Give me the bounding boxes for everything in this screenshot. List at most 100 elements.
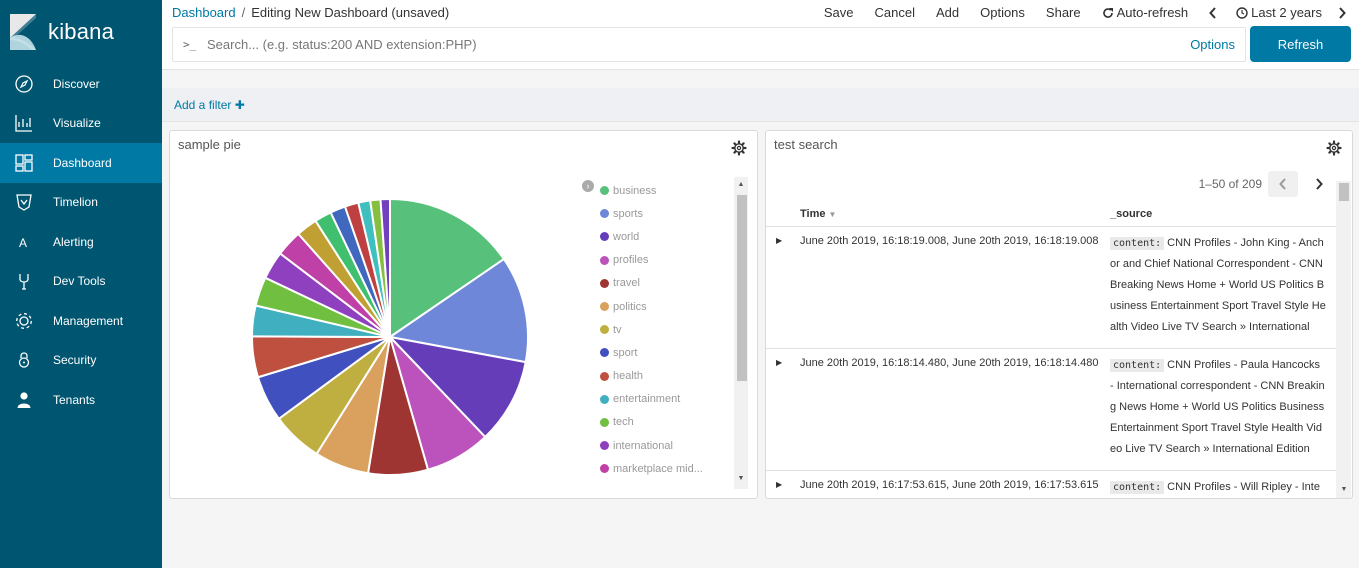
time-prev-button[interactable] [1209,6,1220,19]
column-header-time-label: Time [800,208,826,220]
legend-label: business [613,184,657,197]
legend-color-dot [600,302,609,312]
row-source: content: CNN Profiles - Will Ripley - Int… [1110,477,1326,498]
sort-desc-icon[interactable]: ▼ [829,210,837,219]
legend-item[interactable]: tv [600,318,736,341]
legend-color-dot [600,278,609,288]
legend-scrollbar[interactable]: ▲ ▼ [734,177,748,489]
row-expand-icon[interactable]: ▶ [776,358,782,367]
gear-icon[interactable] [731,140,747,156]
lock-icon [14,350,34,370]
legend-item[interactable]: entertainment [600,388,736,411]
sidebar-item-dashboard[interactable]: Dashboard [0,143,162,183]
pager: 1–50 of 209 [1199,171,1334,197]
sidebar-item-discover[interactable]: Discover [0,64,162,104]
options-button[interactable]: Options [980,5,1025,20]
field-key: content: [1110,359,1165,372]
field-key: content: [1110,237,1165,250]
chevron-right-icon [1339,6,1346,19]
row-source-text: CNN Profiles - Will Ripley - Inte [1167,481,1320,493]
scroll-thumb[interactable] [1339,183,1349,201]
sidebar-item-alerting[interactable]: A Alerting [0,222,162,262]
sidebar-item-dev-tools[interactable]: Dev Tools [0,262,162,302]
share-button[interactable]: Share [1046,5,1081,20]
scroll-down-arrow-icon[interactable]: ▼ [1340,486,1348,494]
legend-item[interactable]: world [600,225,736,248]
column-header-source: _source [1110,208,1153,220]
row-expand-icon[interactable]: ▶ [776,480,782,489]
legend-item[interactable]: profiles [600,249,736,272]
sidebar-item-label: Discover [53,76,100,91]
cancel-button[interactable]: Cancel [875,5,915,20]
chevron-right-icon [1316,178,1323,190]
legend-label: tech [613,416,634,429]
legend-color-dot [600,371,609,381]
sidebar-item-visualize[interactable]: Visualize [0,104,162,144]
time-next-button[interactable] [1338,6,1349,19]
row-source: content: CNN Profiles - Paula Hancocks - … [1110,355,1326,460]
legend-label: sport [613,346,638,359]
panel-title: test search [774,137,838,152]
save-button[interactable]: Save [824,5,854,20]
sidebar-item-management[interactable]: Management [0,301,162,341]
plus-icon: ✚ [234,98,245,112]
legend-label: health [613,370,643,383]
refresh-button[interactable]: Refresh [1250,26,1351,62]
add-button[interactable]: Add [936,5,959,20]
legend-item[interactable]: politics [600,295,736,318]
gear-icon[interactable] [1326,140,1342,156]
legend-item[interactable]: marketplace mid... [600,457,736,477]
row-source-text: CNN Profiles - Paula Hancocks - Internat… [1110,359,1325,455]
legend-color-dot [600,348,609,358]
legend-item[interactable]: sport [600,341,736,364]
table-row: ▶ June 20th 2019, 16:18:14.480, June 20th… [766,349,1336,471]
scroll-down-arrow-icon[interactable]: ▼ [737,475,745,483]
compass-icon [14,74,34,94]
add-filter-link[interactable]: Add a filter ✚ [174,98,245,112]
sidebar: kibana Discover Visualize Dashboard Timelio… [0,0,162,568]
search-panel: test search 1–50 of 209 Time ▼ _source ▶… [765,130,1353,499]
table-scrollbar[interactable]: ▼ [1336,181,1351,498]
legend-item[interactable]: sports [600,202,736,225]
legend-item[interactable]: health [600,365,736,388]
time-picker-button[interactable]: Last 2 years [1236,5,1322,20]
legend-label: tv [613,323,622,336]
column-header-time[interactable]: Time ▼ [800,208,836,220]
pager-next-button[interactable] [1304,171,1334,197]
legend-color-dot [600,394,609,404]
sidebar-item-timelion[interactable]: Timelion [0,183,162,223]
pie-chart [250,197,529,476]
sidebar-item-label: Timelion [53,195,98,210]
query-options-link[interactable]: Options [1190,37,1245,52]
auto-refresh-button[interactable]: Auto-refresh [1102,5,1189,20]
pie-panel: sample pie › business sports world profiles… [169,130,758,499]
search-input[interactable] [207,37,1191,52]
sidebar-item-security[interactable]: Security [0,341,162,381]
scroll-up-arrow-icon[interactable]: ▲ [737,181,745,189]
legend-label: profiles [613,254,649,267]
refresh-icon [1102,7,1113,18]
breadcrumb-dashboard-link[interactable]: Dashboard [172,5,236,20]
sidebar-item-tenants[interactable]: Tenants [0,380,162,420]
row-time: June 20th 2019, 16:18:19.008, June 20th … [800,235,1099,247]
sidebar-item-label: Alerting [53,234,94,249]
alerting-icon: A [14,232,34,252]
legend-color-dot [600,232,609,242]
legend-item[interactable]: tech [600,411,736,434]
legend-item[interactable]: international [600,434,736,457]
kibana-logo-icon [10,14,36,50]
legend-color-dot [600,209,609,219]
row-expand-icon[interactable]: ▶ [776,236,782,245]
legend-toggle-icon[interactable]: › [582,180,594,192]
kibana-logo[interactable]: kibana [0,0,162,64]
auto-refresh-label: Auto-refresh [1116,5,1189,20]
pager-prev-button[interactable] [1268,171,1298,197]
timelion-icon [14,192,34,212]
legend-item[interactable]: travel [600,272,736,295]
breadcrumb-current: Editing New Dashboard (unsaved) [251,5,450,20]
legend-item[interactable]: business [600,179,736,202]
table-row: ▶ June 20th 2019, 16:17:53.615, June 20th… [766,471,1336,498]
scroll-thumb[interactable] [737,195,747,381]
filter-bar: Add a filter ✚ [162,88,1359,122]
row-source-text: CNN Profiles - John King - Anchor and Ch… [1110,237,1326,333]
